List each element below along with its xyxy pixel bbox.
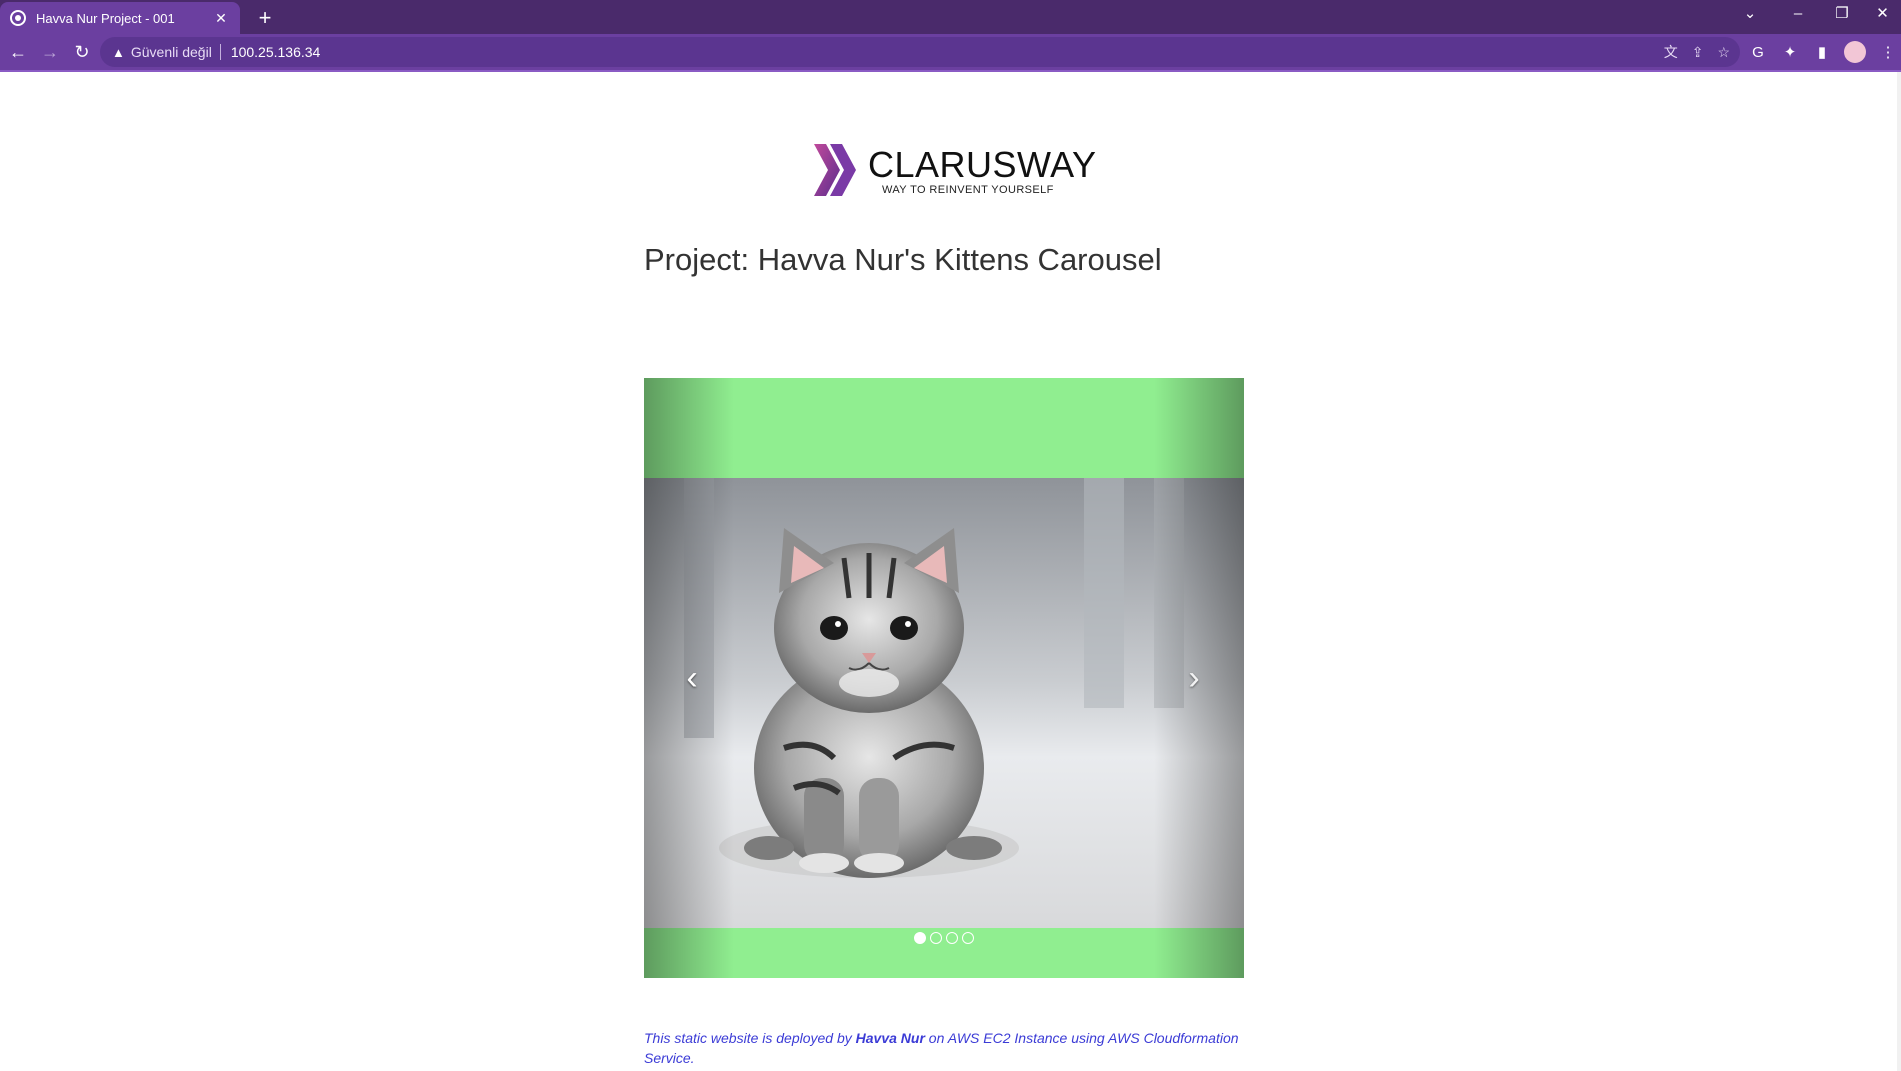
carousel-indicator-2[interactable]	[930, 932, 942, 944]
extensions-puzzle-icon[interactable]: ✦	[1780, 43, 1800, 61]
minimize-button[interactable]: –	[1776, 0, 1820, 30]
side-panel-icon[interactable]: ▮	[1812, 43, 1832, 61]
tab-title: Havva Nur Project - 001	[36, 10, 175, 26]
carousel-indicator-3[interactable]	[946, 932, 958, 944]
footer-text-before: This static website is deployed by	[644, 1030, 856, 1046]
restore-button[interactable]: ❐	[1820, 0, 1864, 30]
active-tab[interactable]: Havva Nur Project - 001 ✕	[0, 2, 240, 34]
logo-brand-text: CLARUSWAY	[868, 144, 1097, 185]
chevron-logo-icon	[814, 144, 856, 196]
web-page: CLARUSWAY WAY TO REINVENT YOURSELF Proje…	[0, 72, 1901, 1071]
tab-close-icon[interactable]: ✕	[212, 9, 230, 27]
translate-icon[interactable]: 文	[1664, 42, 1678, 62]
carousel-indicators	[914, 932, 974, 944]
globe-icon	[10, 10, 26, 26]
carousel-indicator-4[interactable]	[962, 932, 974, 944]
close-window-button[interactable]: ✕	[1864, 0, 1901, 30]
carousel-prev-button[interactable]: ‹	[674, 660, 710, 696]
page-title: Project: Havva Nur's Kittens Carousel	[644, 242, 1162, 277]
address-bar-actions: 文 ⇪ ☆	[1664, 37, 1730, 67]
bookmark-star-icon[interactable]: ☆	[1717, 44, 1730, 61]
clarusway-logo: CLARUSWAY WAY TO REINVENT YOURSELF	[812, 142, 1096, 202]
logo-tagline: WAY TO REINVENT YOURSELF	[882, 184, 1054, 196]
security-status[interactable]: Güvenli değil	[131, 44, 212, 60]
browser-menu-icon[interactable]: ⋮	[1878, 43, 1898, 61]
google-translate-extension-icon[interactable]: G	[1748, 44, 1768, 61]
extensions-area: G ✦ ▮ ⋮	[1748, 37, 1898, 67]
carousel-indicator-1[interactable]	[914, 932, 926, 944]
page-scrollbar[interactable]	[1897, 72, 1901, 1071]
back-button[interactable]: ←	[4, 38, 32, 66]
reload-button[interactable]: ↻	[68, 38, 96, 66]
share-icon[interactable]: ⇪	[1692, 44, 1704, 61]
kitten-carousel[interactable]: ‹ ›	[644, 378, 1244, 978]
forward-button[interactable]: →	[36, 38, 64, 66]
browser-toolbar: ← → ↻ ▲ Güvenli değil 100.25.136.34 文 ⇪ …	[0, 34, 1901, 70]
address-bar[interactable]: ▲ Güvenli değil 100.25.136.34 文 ⇪ ☆	[100, 37, 1740, 67]
url-text[interactable]: 100.25.136.34	[231, 44, 321, 60]
footer-author: Havva Nur	[855, 1030, 925, 1046]
address-divider	[219, 44, 221, 60]
footer-text: This static website is deployed by Havva…	[644, 1028, 1264, 1068]
tab-search-icon[interactable]: ⌄	[1728, 0, 1772, 30]
carousel-next-button[interactable]: ›	[1176, 660, 1212, 696]
warning-icon[interactable]: ▲	[112, 45, 125, 60]
new-tab-button[interactable]: +	[252, 5, 278, 31]
profile-avatar[interactable]	[1844, 41, 1866, 63]
tab-strip: Havva Nur Project - 001 ✕ + ⌄ – ❐ ✕	[0, 0, 1901, 34]
